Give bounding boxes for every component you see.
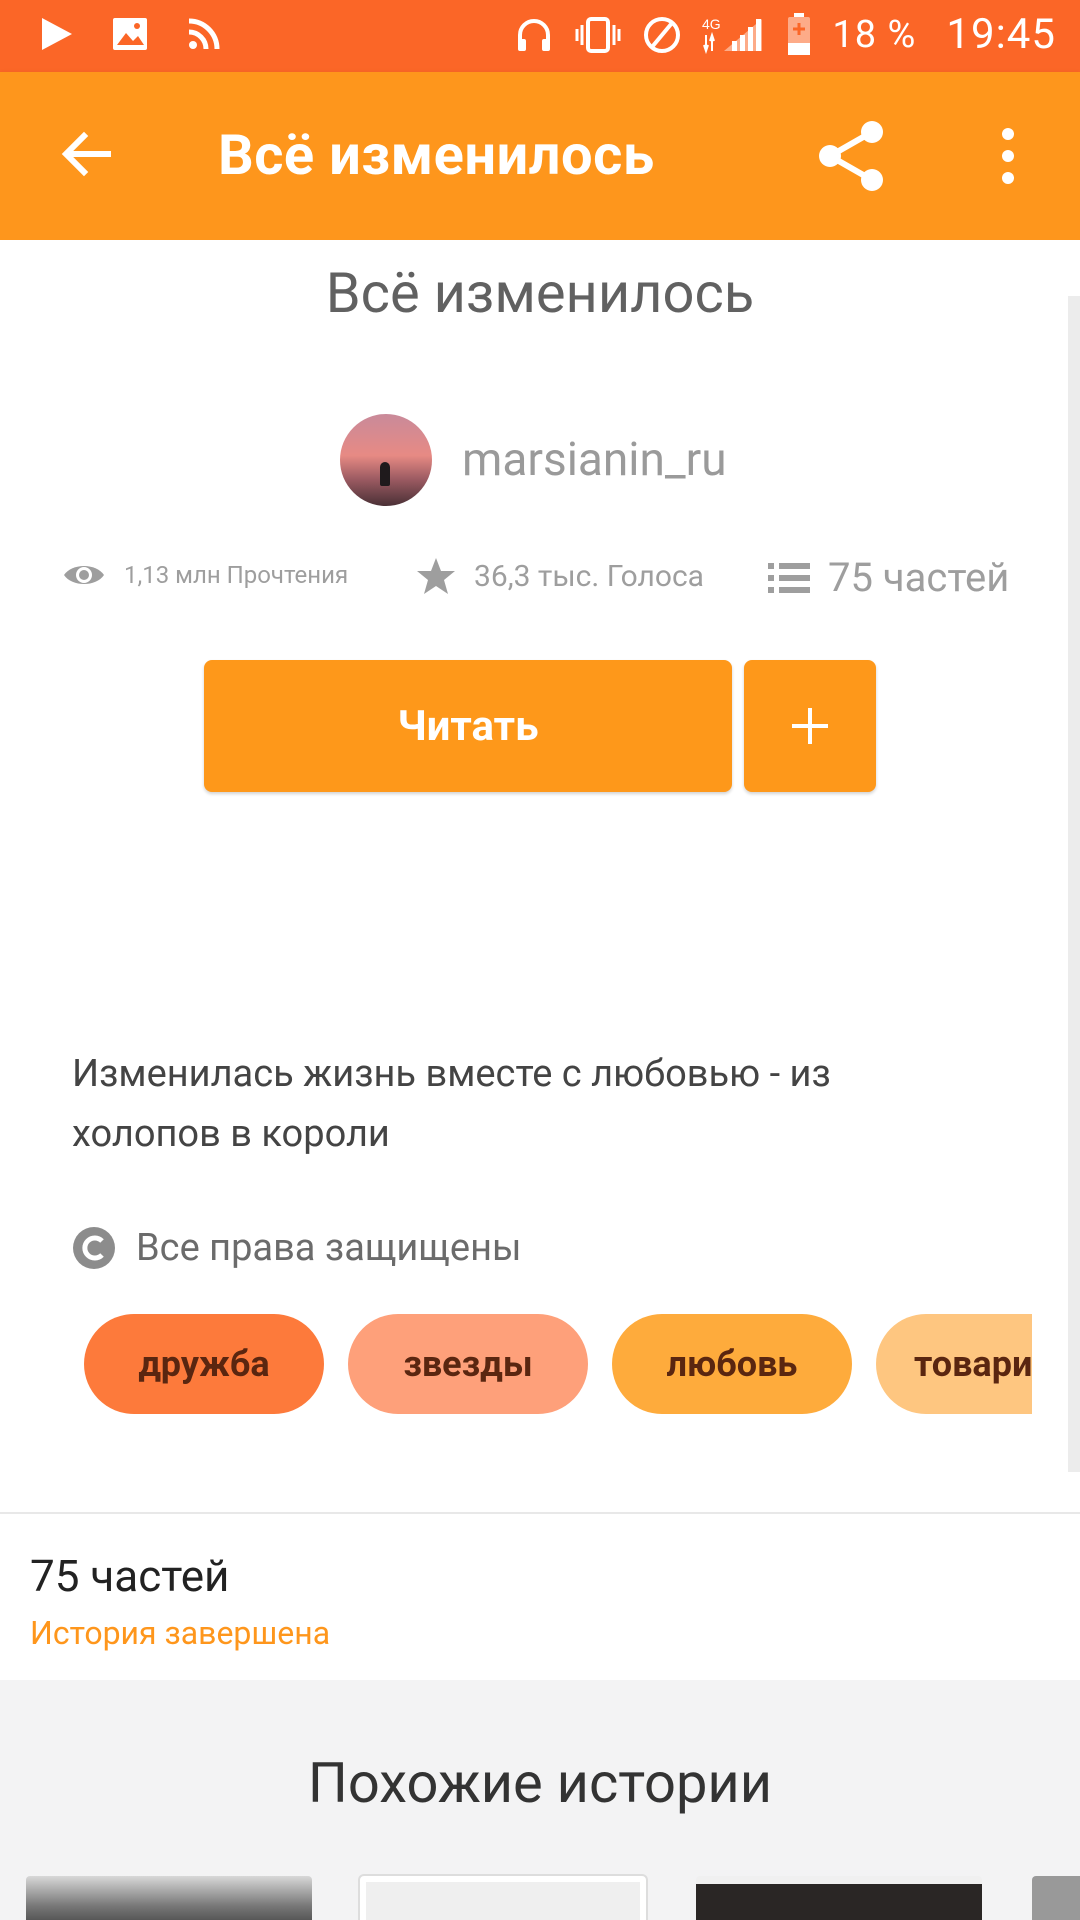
play-icon [42, 18, 72, 50]
author-avatar[interactable] [340, 414, 432, 506]
reads-stat: 1,13 млн Прочтения [62, 560, 348, 590]
add-to-library-button[interactable] [744, 660, 876, 792]
signal-icon: 4G [702, 16, 763, 54]
eye-icon [64, 566, 104, 584]
tag-chip[interactable]: дружба [84, 1314, 324, 1414]
back-arrow-icon[interactable] [54, 122, 118, 186]
story-cover[interactable] [1032, 1876, 1080, 1920]
copyright-icon [73, 1227, 115, 1269]
story-cover[interactable] [696, 1876, 982, 1920]
story-title: Всё изменилось [325, 260, 755, 326]
image-icon [113, 18, 147, 50]
more-options-icon[interactable] [990, 126, 1026, 186]
app-bar-title: Всё изменилось [218, 122, 655, 188]
app-bar: Всё изменилось [0, 72, 1080, 240]
tag-list: дружба звезды любовь товари [84, 1314, 1032, 1414]
tag-chip[interactable]: любовь [612, 1314, 852, 1414]
share-icon[interactable] [812, 116, 892, 196]
star-icon [417, 558, 455, 594]
author-name[interactable]: marsianin_ru [462, 433, 727, 487]
parts-count-stat: 75 частей [828, 554, 1010, 601]
status-bar: 4G 18 % 19:45 [0, 0, 1080, 72]
scrollbar[interactable] [1068, 296, 1080, 1472]
copyright-text: Все права защищены [136, 1226, 522, 1270]
story-description: Изменилась жизнь вместе с любовью - из х… [72, 1052, 831, 1156]
votes-stat: 36,3 тыс. Голоса [416, 556, 704, 596]
similar-stories-heading: Похожие истории [307, 1750, 773, 1816]
svg-text:4G: 4G [702, 16, 721, 32]
story-stats: 1,13 млн Прочтения 36,3 тыс. Голоса 75 ч… [62, 554, 1022, 616]
tag-chip[interactable]: звезды [348, 1314, 588, 1414]
rss-icon [188, 18, 220, 50]
story-status: История завершена [30, 1614, 331, 1652]
similar-stories-list [0, 1876, 1080, 1920]
parts-stat: 75 частей [768, 554, 1009, 601]
tag-chip[interactable]: товари [876, 1314, 1032, 1414]
do-not-disturb-icon [644, 16, 681, 53]
copyright-notice: Все права защищены [72, 1226, 522, 1270]
author[interactable]: marsianin_ru [340, 414, 727, 506]
read-button[interactable]: Читать [204, 660, 732, 792]
parts-section[interactable]: 75 частей История завершена [0, 1514, 1080, 1680]
votes-count: 36,3 тыс. Голоса [474, 558, 704, 594]
clock: 19:45 [946, 10, 1056, 59]
vibrate-icon [575, 16, 621, 53]
battery-icon [788, 12, 811, 55]
headphones-icon [518, 18, 551, 51]
parts-count[interactable]: 75 частей [30, 1550, 229, 1602]
story-cover[interactable] [360, 1876, 646, 1920]
story-cover[interactable] [26, 1876, 312, 1920]
battery-percentage: 18 % [832, 12, 917, 57]
list-icon [768, 562, 810, 593]
reads-count: 1,13 млн Прочтения [124, 561, 349, 589]
plus-icon [792, 708, 828, 744]
